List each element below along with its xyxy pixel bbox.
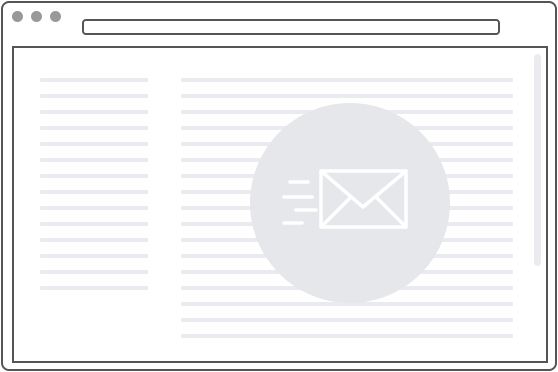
placeholder-text-line — [40, 94, 148, 98]
placeholder-text-line — [40, 110, 148, 114]
close-dot[interactable] — [12, 11, 23, 22]
title-bar — [3, 3, 555, 46]
placeholder-text-line — [40, 126, 148, 130]
placeholder-text-line — [40, 158, 148, 162]
placeholder-text-line — [40, 190, 148, 194]
email-overlay-circle — [250, 103, 450, 303]
vertical-scrollbar[interactable] — [534, 54, 541, 266]
placeholder-text-line — [40, 286, 148, 290]
placeholder-text-line — [40, 206, 148, 210]
placeholder-text-line — [181, 334, 513, 338]
placeholder-text-line — [40, 142, 148, 146]
maximize-dot[interactable] — [50, 11, 61, 22]
placeholder-text-line — [181, 78, 513, 82]
minimize-dot[interactable] — [31, 11, 42, 22]
browser-window — [1, 1, 557, 371]
page-viewport — [12, 46, 548, 363]
placeholder-text-line — [40, 78, 148, 82]
address-bar[interactable] — [82, 19, 500, 35]
placeholder-text-line — [40, 222, 148, 226]
placeholder-text-line — [181, 318, 513, 322]
placeholder-text-line — [181, 94, 513, 98]
placeholder-text-line — [40, 174, 148, 178]
placeholder-text-line — [40, 254, 148, 258]
email-sending-icon — [282, 169, 408, 229]
placeholder-text-line — [40, 238, 148, 242]
placeholder-text-line — [40, 270, 148, 274]
